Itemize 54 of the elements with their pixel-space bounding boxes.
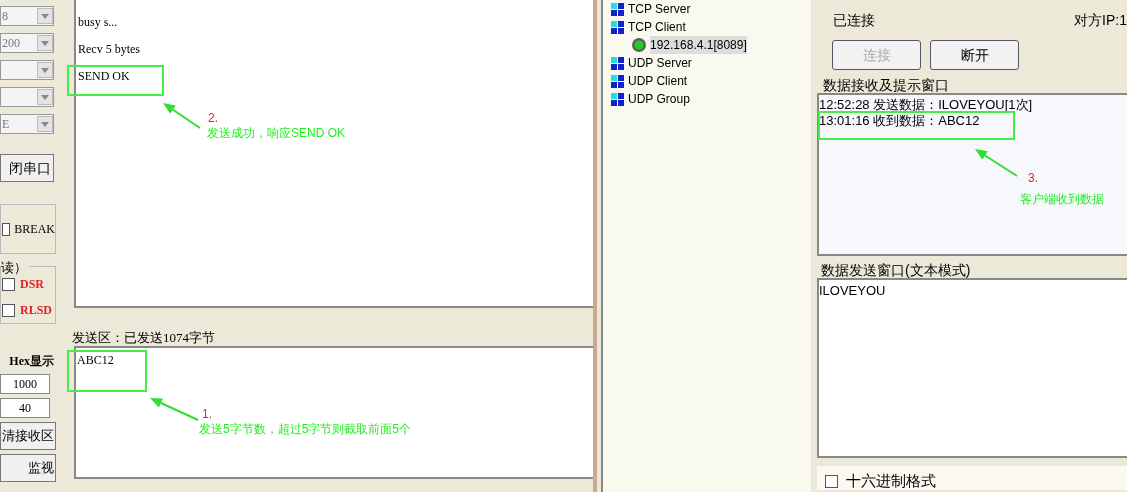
step-number: 2. [208,112,218,125]
grid-icon [611,74,624,88]
grid-icon [611,56,624,70]
grid-icon [611,92,624,106]
caret-icon [37,89,53,105]
step-number: 1. [202,408,212,421]
input-field[interactable]: 40 [0,398,50,418]
checkbox[interactable] [2,222,11,236]
toolbar-button[interactable]: 清接收区 [0,422,56,450]
group-title: 数据发送窗口(文本模式) [820,262,972,278]
send-text: ABC12 [77,353,114,367]
annotation-text: 客户端收到数据 [1020,192,1104,206]
arrow [163,103,201,129]
dropdown[interactable] [0,60,54,80]
peer-ip-label: 对方IP:1 [1074,11,1127,30]
annotation-text: 发送成功，响应SEND OK [207,126,345,140]
caret-icon [37,35,53,51]
toolbar-button[interactable]: 监视 [0,454,56,482]
send-area-title: 发送区：已发送1074字节 [72,330,216,345]
arrow [975,149,1018,177]
close-port-button[interactable]: 闭串口 [0,154,54,182]
checkbox[interactable] [2,303,15,317]
arrow [150,398,199,421]
caret-icon [37,116,53,132]
dropdown[interactable] [0,87,54,107]
grid-icon [611,20,624,34]
caret-icon [37,8,53,24]
step-number: 3. [1028,172,1038,185]
log-line: SEND OK [78,68,131,84]
checkbox-label: BREAK [14,221,55,238]
annotation-text: 发送5字节数，超过5字节则截取前面5个 [199,422,412,436]
dropdown[interactable]: 200 [0,33,54,53]
connect-button[interactable]: 断开 [930,40,1019,70]
group-title: 数据接收及提示窗口 [822,77,950,93]
hex-display-label: Hex显示 [8,353,55,370]
checkbox-label: 十六进制格式 [846,472,936,490]
caret-icon [37,62,53,78]
send-text: ILOVEYOU [819,283,886,298]
grid-icon [611,2,624,16]
log-line: 13:01:16 收到数据：ABC12 [819,113,980,129]
log-line: busy s... [78,14,119,30]
dropdown[interactable]: 8 [0,6,54,26]
dropdown[interactable]: E [0,114,54,134]
log-line: 12:52:28 发送数据：ILOVEYOU[1次] [819,97,1033,113]
log-line: Recv 5 bytes [78,41,141,57]
connection-status: 已连接 [833,11,875,30]
checkbox-label: RLSD [20,302,52,319]
checkbox-label: DSR [20,276,44,293]
group-title: 读） [1,258,29,278]
send-text-area[interactable]: ILOVEYOU [817,278,1127,458]
status-dot-icon [631,37,647,53]
tree-item[interactable]: 192.168.4.1[8089] [650,36,747,54]
input-field[interactable]: 1000 [0,374,50,394]
checkbox[interactable] [825,474,838,488]
